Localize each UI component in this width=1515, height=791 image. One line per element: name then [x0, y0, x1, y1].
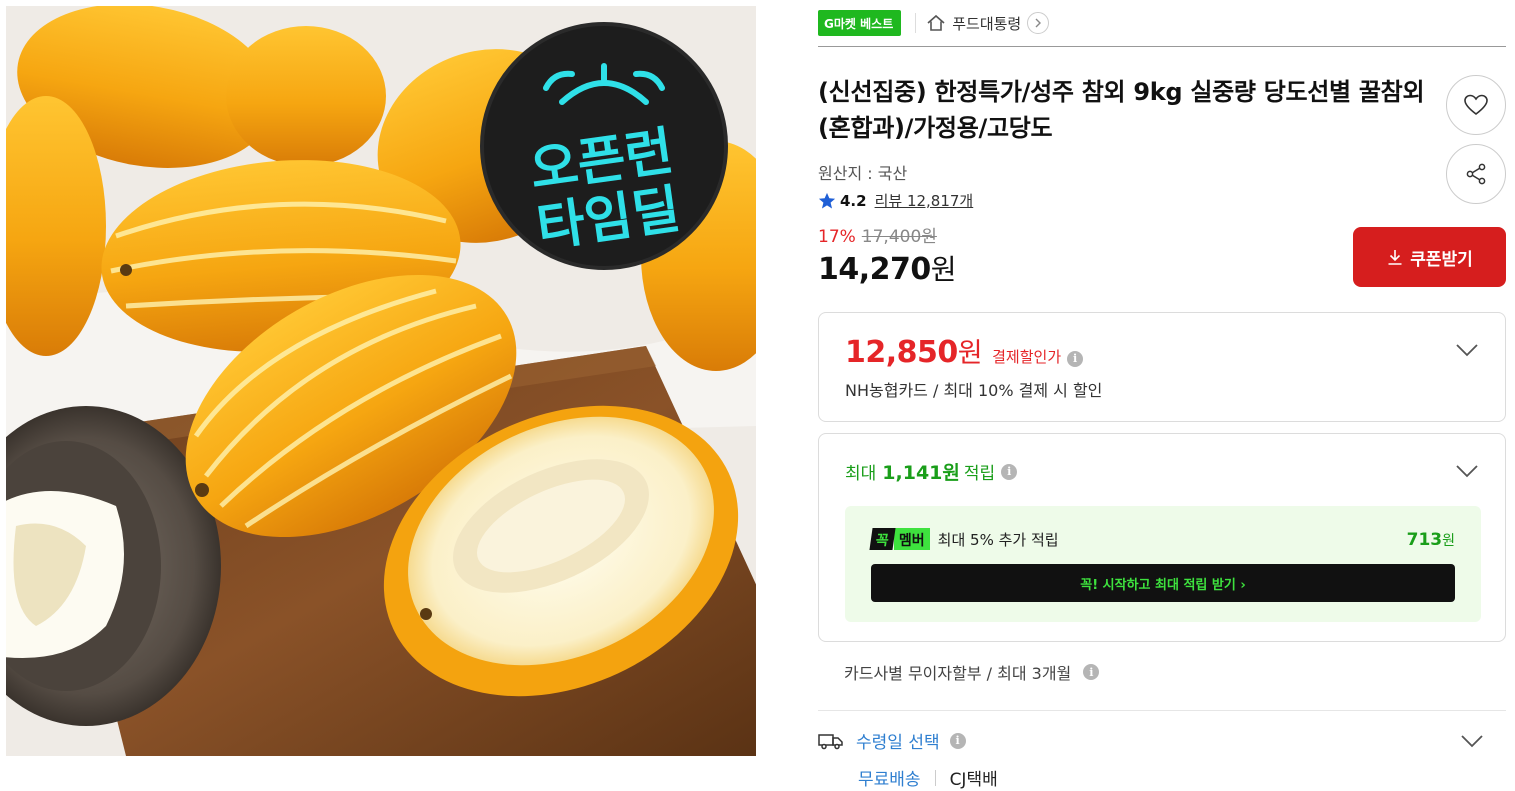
- shipping-info: 무료배송 CJ택배: [858, 765, 998, 790]
- sale-price-number: 14,270: [818, 252, 931, 287]
- free-shipping-label: 무료배송: [858, 770, 921, 790]
- chevron-right-icon[interactable]: [1027, 12, 1050, 34]
- payment-discount-label: 결제할인가: [992, 348, 1062, 366]
- installment-text: 카드사별 무이자할부 / 최대 3개월: [844, 664, 1072, 683]
- points-suffix: 적립: [963, 464, 996, 484]
- rating-row: 4.2 리뷰 12,817개: [818, 190, 973, 211]
- info-icon[interactable]: i: [1067, 350, 1084, 367]
- installment-info: 카드사별 무이자할부 / 최대 3개월 i: [844, 660, 1100, 684]
- member-amount-number: 713: [1406, 530, 1443, 550]
- separator: [934, 769, 936, 786]
- divider: [818, 46, 1506, 47]
- share-button[interactable]: [1446, 144, 1506, 204]
- payment-discount-desc: NH농협카드 / 최대 10% 결제 시 할인: [845, 381, 1103, 400]
- chevron-down-icon[interactable]: [1460, 734, 1484, 748]
- original-price: 17,400원: [861, 227, 937, 247]
- product-image[interactable]: 오픈런 타임딜: [6, 6, 756, 756]
- info-icon[interactable]: i: [1001, 463, 1018, 480]
- coupon-download-label: 쿠폰받기: [1410, 249, 1473, 269]
- member-logo-k: 꼭: [869, 528, 896, 550]
- discount-row: 17% 17,400원: [818, 222, 937, 247]
- delivery-date-selector[interactable]: 수령일 선택 i: [818, 728, 966, 753]
- star-icon: [818, 192, 836, 208]
- chevron-down-icon[interactable]: [1455, 464, 1479, 478]
- payment-discount-box[interactable]: 12,850원 결제할인가 i NH농협카드 / 최대 10% 결제 시 할인: [818, 312, 1506, 422]
- product-photo: 오픈런 타임딜: [6, 6, 756, 756]
- sale-price: 14,270원: [818, 248, 957, 288]
- member-logo-m: 멤버: [893, 528, 930, 550]
- points-summary: 최대 1,141원 적립 i: [845, 458, 1018, 485]
- member-signup-button[interactable]: 꼭! 시작하고 최대 적립 받기 ›: [871, 564, 1455, 602]
- wishlist-button[interactable]: [1446, 75, 1506, 135]
- chevron-down-icon[interactable]: [1455, 343, 1479, 357]
- payment-discount-price: 12,850원 결제할인가 i: [845, 331, 1084, 370]
- download-icon: [1388, 250, 1402, 265]
- rating-score: 4.2: [840, 191, 867, 210]
- member-benefit-card: 꼭 멤버 최대 5% 추가 적립 713원 꼭! 시작하고 최대 적립 받기 ›: [845, 506, 1481, 622]
- breadcrumb-category[interactable]: 푸드대통령: [952, 13, 1021, 34]
- home-icon[interactable]: [926, 13, 946, 33]
- product-title: (신선집중) 한정특가/성주 참외 9kg 실중량 당도선별 꿀참외(혼합과)/…: [818, 78, 1425, 142]
- heart-icon: [1464, 94, 1488, 116]
- product-info-panel: G마켓 베스트 푸드대통령 (신선집중) 한정특가/성주 참외 9kg 실중량 …: [818, 0, 1506, 791]
- payment-price-number: 12,850: [845, 335, 958, 370]
- info-icon[interactable]: i: [1083, 664, 1100, 680]
- member-benefit-text: 최대 5% 추가 적립: [937, 530, 1059, 549]
- delivery-date-label: 수령일 선택: [856, 733, 940, 753]
- points-prefix: 최대: [845, 464, 877, 484]
- divider: [818, 710, 1506, 711]
- coupon-download-button[interactable]: 쿠폰받기: [1353, 227, 1506, 287]
- payment-price-unit: 원: [957, 338, 983, 369]
- points-amount: 1,141원: [882, 462, 960, 484]
- breadcrumb-separator: [915, 13, 917, 33]
- member-benefit-amount: 713원: [1407, 530, 1455, 550]
- truck-icon: [818, 733, 843, 749]
- member-benefit-row: 꼭 멤버 최대 5% 추가 적립: [869, 528, 1059, 550]
- carrier-name: CJ택배: [949, 770, 998, 790]
- discount-percent: 17%: [818, 227, 856, 247]
- points-box: 최대 1,141원 적립 i 꼭 멤버 최대 5% 추가 적립 713원 꼭! 시…: [818, 433, 1506, 642]
- member-amount-unit: 원: [1442, 533, 1455, 549]
- breadcrumb: G마켓 베스트 푸드대통령: [818, 9, 1050, 37]
- info-icon[interactable]: i: [949, 732, 966, 749]
- share-icon: [1466, 163, 1486, 185]
- gmarket-best-badge[interactable]: G마켓 베스트: [818, 10, 902, 36]
- review-count-link[interactable]: 리뷰 12,817개: [875, 190, 974, 211]
- origin-info: 원산지 : 국산: [818, 164, 908, 183]
- member-logo: 꼭 멤버: [869, 528, 930, 550]
- sale-price-unit: 원: [930, 253, 957, 286]
